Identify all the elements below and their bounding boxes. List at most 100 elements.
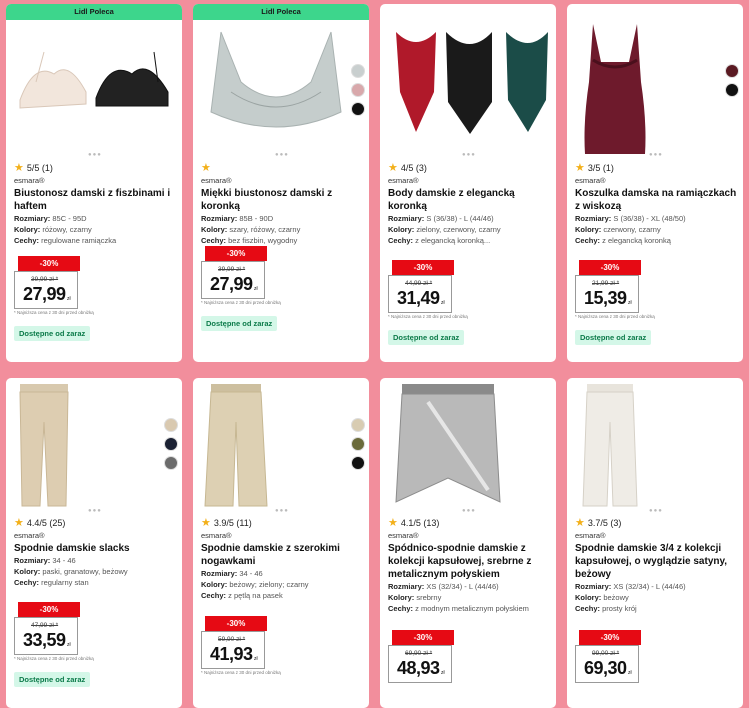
attribute-value: S (36/38) - L (44/46) [426,214,494,223]
product-rating[interactable]: ★ 3.9/5 (11) [201,516,363,529]
attribute-value: regulowane ramiączka [41,236,117,245]
image-carousel-dots[interactable]: ●●● [649,508,663,514]
product-image[interactable] [14,22,174,147]
lidl-poleca-badge: Lidl Poleca [193,4,369,20]
attribute-value: z elegancką koronką... [415,236,491,245]
price-box: -30% 44,99 zł * 31,49 zł [388,260,454,313]
product-title[interactable]: Biustonosz damski z fiszbinami i haftem [14,187,176,213]
attribute-value: z modnym metalicznym połyskiem [415,604,529,613]
rating-text: 3.7/5 (3) [587,517,622,528]
price-panel: 39,99 zł * 27,99 zł [201,261,265,299]
product-title[interactable]: Spodnie damskie 3/4 z kolekcji kapsułowe… [575,542,737,581]
product-attribute: Cechy: regularny stan [14,577,176,588]
product-card[interactable]: ●●● ★ 4/5 (3) esmara® Body damskie z eleganc… [380,4,556,362]
product-rating[interactable]: ★ 3.7/5 (3) [575,516,737,529]
product-info: ★ 5/5 (1) esmara® Biustonosz damski z fiszb… [14,161,176,246]
color-swatch[interactable] [351,83,365,97]
attribute-value: 85B - 90D [239,214,274,223]
color-swatch[interactable] [351,437,365,451]
product-rating[interactable]: ★ 4.1/5 (13) [388,516,550,529]
product-card[interactable]: Lidl Poleca ●●● ★ 5/5 (1) esmara® Biustonosz … [6,4,182,362]
discount-badge: -30% [392,260,454,275]
product-title[interactable]: Spodnie damskie z szerokimi nogawkami [201,542,363,568]
current-price: 31,49 [397,288,440,308]
currency: zł [254,656,258,662]
product-image[interactable] [201,22,351,167]
product-rating[interactable]: ★ 5/5 (1) [14,161,176,174]
product-info: ★ 4/5 (3) esmara® Body damskie z elegancką … [388,161,550,246]
product-attribute: Kolory: beżowy; zielony; czarny [201,579,363,590]
product-card[interactable]: ●●● ★ 4.4/5 (25) esmara® Spodnie damskie sla… [6,378,182,708]
availability-badge: Dostępne od zaraz [14,326,91,341]
attribute-key: Rozmiary: [201,569,238,578]
product-title[interactable]: Body damskie z elegancką koronką [388,187,550,213]
image-carousel-dots[interactable]: ●●● [462,152,476,158]
color-swatch[interactable] [164,456,178,470]
product-card[interactable]: Lidl Poleca ●●● ★ esmara® Miękki biustonosz … [193,4,369,362]
current-price: 69,30 [584,658,627,678]
product-image[interactable] [575,22,655,162]
product-image[interactable] [388,22,556,147]
color-swatch[interactable] [164,437,178,451]
color-swatch[interactable] [351,64,365,78]
availability-badge: Dostępne od zaraz [14,672,91,687]
attribute-value: 34 - 46 [52,556,76,565]
lidl-poleca-badge: Lidl Poleca [6,4,182,20]
product-title[interactable]: Spódnico-spodnie damskie z kolekcji kaps… [388,542,550,581]
product-image[interactable] [575,382,645,512]
rating-text: 3/5 (1) [587,162,614,173]
image-carousel-dots[interactable]: ●●● [649,152,663,158]
product-card[interactable]: ●●● ★ 3.9/5 (11) esmara® Spodnie damskie z s… [193,378,369,708]
product-image[interactable] [201,382,271,512]
attribute-value: XS (32/34) - L (44/46) [613,582,686,591]
lowest-price-note: * Najniższa cena z 30 dni przed obniżką [388,314,468,319]
product-info: ★ 3/5 (1) esmara® Koszulka damska na ramiąc… [575,161,737,246]
product-rating[interactable]: ★ [201,161,363,174]
rating-text: 4/5 (3) [400,162,427,173]
attribute-value: z pętlą na pasek [228,591,283,600]
product-title[interactable]: Koszulka damska na ramiączkach z wiskozą [575,187,737,213]
product-attribute: Cechy: z elegancką koronką [575,235,737,246]
color-swatch[interactable] [725,64,739,78]
attribute-key: Cechy: [201,236,227,245]
product-brand: esmara® [14,176,45,185]
color-swatch[interactable] [351,102,365,116]
current-price: 33,59 [23,630,66,650]
product-rating[interactable]: ★ 4.4/5 (25) [14,516,176,529]
attribute-key: Cechy: [14,578,40,587]
image-carousel-dots[interactable]: ●●● [88,508,102,514]
product-rating[interactable]: ★ 4/5 (3) [388,161,550,174]
image-carousel-dots[interactable]: ●●● [88,152,102,158]
product-info: ★ 3.9/5 (11) esmara® Spodnie damskie z szer… [201,516,363,601]
product-image[interactable] [388,382,508,512]
color-swatch[interactable] [164,418,178,432]
attribute-key: Rozmiary: [575,214,612,223]
attribute-value: czerwony, czarny [603,225,661,234]
product-attribute: Kolory: różowy, czarny [14,224,176,235]
product-card[interactable]: ●●● ★ 4.1/5 (13) esmara® Spódnico-spodnie da… [380,378,556,708]
image-carousel-dots[interactable]: ●●● [275,508,289,514]
attribute-key: Kolory: [388,225,415,234]
currency: zł [67,642,71,648]
discount-badge: -30% [392,630,454,645]
attribute-key: Kolory: [575,593,602,602]
product-title[interactable]: Spodnie damskie slacks [14,542,176,555]
product-rating[interactable]: ★ 3/5 (1) [575,161,737,174]
attribute-value: 85C - 95D [52,214,87,223]
currency: zł [628,300,632,306]
price-panel: 69,90 zł * 48,93 zł [388,645,452,683]
image-carousel-dots[interactable]: ●●● [462,508,476,514]
current-price: 27,99 [23,284,66,304]
product-attribute: Kolory: paski, granatowy, beżowy [14,566,176,577]
color-swatch[interactable] [351,418,365,432]
color-swatch[interactable] [725,83,739,97]
image-carousel-dots[interactable]: ●●● [275,152,289,158]
product-card[interactable]: ●●● ★ 3.7/5 (3) esmara® Spodnie damskie 3/4 … [567,378,743,708]
product-attribute: Rozmiary: 85B - 90D [201,213,363,224]
product-card[interactable]: ●●● ★ 3/5 (1) esmara® Koszulka damska na ram… [567,4,743,362]
color-swatch[interactable] [351,456,365,470]
product-title[interactable]: Miękki biustonosz damski z koronką [201,187,363,213]
product-image[interactable] [14,382,74,512]
product-attribute: Rozmiary: 34 - 46 [201,568,363,579]
attribute-value: 34 - 46 [239,569,263,578]
